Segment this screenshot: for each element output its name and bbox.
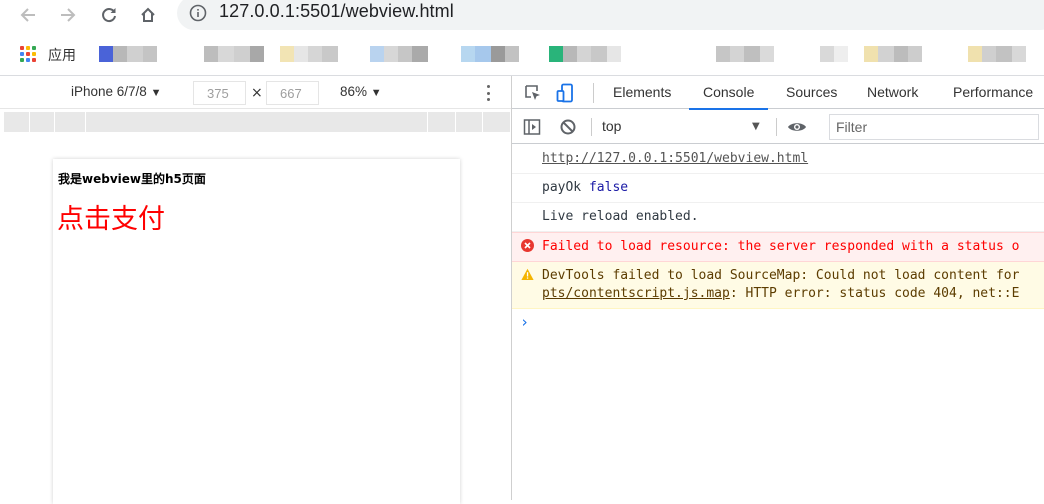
- filter-input[interactable]: [829, 114, 1039, 140]
- page-heading: 我是webview里的h5页面: [58, 172, 206, 186]
- log-text: Live reload enabled.: [542, 209, 699, 224]
- console-prompt[interactable]: ›: [512, 309, 1044, 331]
- reload-button[interactable]: [96, 2, 122, 28]
- bookmark-item[interactable]: [280, 46, 338, 62]
- forward-arrow-icon: [61, 8, 76, 22]
- live-expression-eye-icon[interactable]: [787, 117, 807, 137]
- log-text: DevTools failed to load SourceMap: Could…: [542, 268, 1020, 283]
- back-button[interactable]: [15, 2, 41, 28]
- warning-icon: [521, 268, 534, 280]
- log-warning: DevTools failed to load SourceMap: Could…: [512, 262, 1044, 309]
- bookmark-item[interactable]: [204, 46, 264, 62]
- tab-network[interactable]: Network: [867, 76, 918, 109]
- clear-console-icon[interactable]: [558, 117, 578, 137]
- prompt-chevron-icon: ›: [520, 313, 530, 331]
- reload-icon: [102, 8, 116, 23]
- log-message: http://127.0.0.1:5501/webview.html: [512, 145, 1044, 174]
- log-text: Failed to load resource: the server resp…: [542, 239, 1020, 254]
- browser-toolbar: 127.0.0.1:5501/webview.html: [0, 0, 1044, 32]
- pay-button[interactable]: 点击支付: [57, 197, 165, 236]
- more-options-icon[interactable]: [482, 84, 494, 102]
- address-url[interactable]: 127.0.0.1:5501/webview.html: [219, 1, 454, 22]
- devtools-tab-bar: Elements Console Sources Network Perform…: [512, 76, 1044, 110]
- device-select[interactable]: iPhone 6/7/8 ▼: [71, 84, 161, 99]
- height-input[interactable]: 667: [266, 81, 319, 105]
- log-message: payOk false: [512, 174, 1044, 203]
- zoom-value: 86%: [340, 84, 368, 99]
- forward-button[interactable]: [55, 2, 81, 28]
- dropdown-arrow-icon[interactable]: ▼: [752, 121, 760, 132]
- home-button[interactable]: [135, 2, 161, 28]
- zoom-select[interactable]: 86% ▼: [340, 84, 382, 99]
- log-text: : HTTP error: status code 404, net::E: [729, 286, 1020, 301]
- device-toggle-icon[interactable]: [555, 82, 577, 104]
- log-value: false: [588, 180, 629, 195]
- bookmark-item[interactable]: [968, 46, 1026, 62]
- width-input[interactable]: 375: [193, 81, 246, 105]
- address-bar[interactable]: 127.0.0.1:5501/webview.html: [177, 0, 1044, 30]
- log-link[interactable]: pts/contentscript.js.map: [542, 286, 730, 301]
- home-icon: [141, 7, 155, 22]
- bookmark-item[interactable]: [549, 46, 621, 62]
- apps-bookmark-label[interactable]: 应用: [48, 45, 76, 65]
- toolbar-separator: [593, 83, 594, 103]
- emulated-screen: 我是webview里的h5页面 点击支付: [53, 159, 460, 504]
- error-icon: [521, 239, 534, 252]
- console-toolbar: top ▼: [512, 110, 1044, 144]
- back-arrow-icon: [20, 8, 35, 22]
- bookmark-item[interactable]: [716, 46, 774, 62]
- devtools-panel: Elements Console Sources Network Perform…: [512, 76, 1044, 500]
- bookmark-item[interactable]: [820, 46, 848, 62]
- bookmark-item[interactable]: [99, 46, 157, 62]
- log-message: Live reload enabled.: [512, 203, 1044, 232]
- log-text: payOk: [542, 180, 582, 195]
- toolbar-separator: [591, 118, 592, 136]
- bookmark-item[interactable]: [864, 46, 922, 62]
- tab-console[interactable]: Console: [689, 76, 769, 110]
- bookmark-item[interactable]: [461, 46, 519, 62]
- context-select[interactable]: top: [602, 118, 621, 134]
- inspect-element-icon[interactable]: [522, 82, 544, 104]
- tab-sources[interactable]: Sources: [786, 76, 837, 109]
- tab-console-label: Console: [703, 84, 755, 100]
- times-icon: ×: [251, 85, 263, 101]
- dropdown-arrow-icon: ▼: [150, 87, 162, 99]
- apps-grid-icon[interactable]: [20, 46, 36, 62]
- log-error: Failed to load resource: the server resp…: [512, 232, 1044, 262]
- bookmark-item[interactable]: [370, 46, 428, 62]
- toolbar-separator: [776, 118, 777, 136]
- media-query-bar[interactable]: [4, 112, 510, 132]
- info-icon[interactable]: [189, 4, 207, 22]
- device-name: iPhone 6/7/8: [71, 84, 147, 99]
- tab-performance[interactable]: Performance: [953, 76, 1033, 109]
- console-log: http://127.0.0.1:5501/webview.html payOk…: [512, 145, 1044, 500]
- bookmarks-bar: 应用: [0, 36, 1044, 72]
- device-toolbar: iPhone 6/7/8 ▼ 375 × 667 86% ▼: [0, 76, 511, 109]
- device-emulation-pane: iPhone 6/7/8 ▼ 375 × 667 86% ▼ 我是webview…: [0, 76, 511, 504]
- sidebar-toggle-icon[interactable]: [522, 117, 542, 137]
- tab-elements[interactable]: Elements: [613, 76, 671, 109]
- dropdown-arrow-icon: ▼: [370, 87, 382, 99]
- log-link[interactable]: http://127.0.0.1:5501/webview.html: [542, 151, 808, 166]
